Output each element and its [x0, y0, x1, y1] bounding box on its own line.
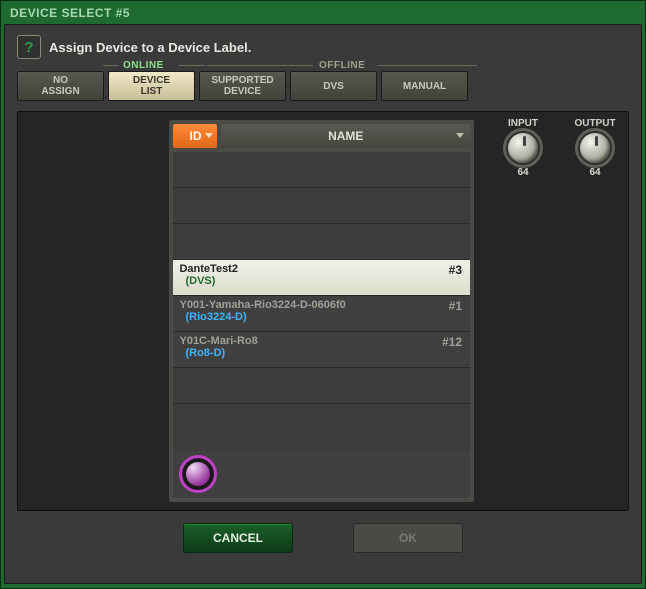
list-row[interactable]: Y01C-Mari-Ro8 (Ro8-D) #12 — [173, 332, 470, 368]
tab-label: NO ASSIGN — [41, 75, 79, 97]
tab-no-assign[interactable]: NO ASSIGN — [17, 71, 104, 101]
divider — [207, 65, 313, 66]
device-name: DanteTest2 — [179, 263, 464, 275]
device-id: #12 — [442, 335, 462, 349]
input-knob[interactable] — [506, 131, 540, 165]
divider — [377, 65, 477, 66]
main-area: ID NAME DanteTest2 (DVS) #3 Y001-Yamaha-… — [17, 111, 629, 511]
input-value: 64 — [517, 167, 528, 178]
column-name-label: NAME — [328, 129, 363, 143]
list-body: DanteTest2 (DVS) #3 Y001-Yamaha-Rio3224-… — [173, 152, 470, 498]
content-frame: ? Assign Device to a Device Label. ONLIN… — [4, 24, 642, 584]
device-type: (Rio3224-D) — [185, 311, 464, 323]
output-knob[interactable] — [578, 131, 612, 165]
list-row-empty[interactable] — [173, 368, 470, 404]
help-icon[interactable]: ? — [17, 35, 41, 59]
device-name: Y01C-Mari-Ro8 — [179, 335, 464, 347]
ok-button[interactable]: OK — [353, 523, 463, 553]
tab-label: MANUAL — [403, 81, 446, 92]
device-type: (Ro8-D) — [185, 347, 464, 359]
tab-label: DVS — [323, 81, 344, 92]
device-id: #3 — [449, 263, 462, 277]
column-name[interactable]: NAME — [221, 124, 470, 148]
output-col: OUTPUT 64 — [570, 118, 620, 502]
list-row[interactable]: DanteTest2 (DVS) #3 — [173, 260, 470, 296]
column-id-label: ID — [189, 129, 201, 143]
list-header: ID NAME — [173, 124, 470, 148]
list-row-empty[interactable] — [173, 188, 470, 224]
list-row-empty[interactable] — [173, 152, 470, 188]
cancel-button[interactable]: CANCEL — [183, 523, 293, 553]
list-footer — [173, 450, 470, 498]
section-offline-label: OFFLINE — [319, 60, 365, 71]
spacer — [26, 120, 169, 502]
divider — [103, 65, 119, 66]
instruction-row: ? Assign Device to a Device Label. — [17, 35, 629, 59]
list-row[interactable]: Y001-Yamaha-Rio3224-D-0606f0 (Rio3224-D)… — [173, 296, 470, 332]
column-id[interactable]: ID — [173, 124, 217, 148]
list-row-empty[interactable] — [173, 224, 470, 260]
selection-knob[interactable] — [179, 455, 217, 493]
device-select-window: DEVICE SELECT #5 ? Assign Device to a De… — [0, 0, 646, 589]
tab-dvs[interactable]: DVS — [290, 71, 377, 101]
input-label: INPUT — [508, 118, 538, 129]
ok-label: OK — [399, 531, 417, 545]
list-row-empty[interactable] — [173, 404, 470, 450]
window-title: DEVICE SELECT #5 — [4, 4, 642, 24]
tabs-row: ONLINE OFFLINE NO ASSIGN DEVICE LIST SUP… — [17, 71, 629, 101]
output-value: 64 — [589, 167, 600, 178]
divider — [179, 65, 205, 66]
io-knobs: INPUT 64 OUTPUT 64 — [498, 118, 620, 502]
device-type: (DVS) — [185, 275, 464, 287]
tab-device-list[interactable]: DEVICE LIST — [108, 71, 195, 101]
section-online-label: ONLINE — [123, 60, 164, 71]
device-name: Y001-Yamaha-Rio3224-D-0606f0 — [179, 299, 464, 311]
output-label: OUTPUT — [574, 118, 615, 129]
tab-label: DEVICE LIST — [133, 75, 170, 97]
device-id: #1 — [449, 299, 462, 313]
instruction-text: Assign Device to a Device Label. — [49, 40, 251, 55]
tab-label: SUPPORTED DEVICE — [211, 75, 273, 97]
tab-supported-device[interactable]: SUPPORTED DEVICE — [199, 71, 286, 101]
input-col: INPUT 64 — [498, 118, 548, 502]
device-list-panel: ID NAME DanteTest2 (DVS) #3 Y001-Yamaha-… — [169, 120, 474, 502]
dialog-buttons: CANCEL OK — [17, 523, 629, 553]
cancel-label: CANCEL — [213, 531, 263, 545]
tab-manual[interactable]: MANUAL — [381, 71, 468, 101]
